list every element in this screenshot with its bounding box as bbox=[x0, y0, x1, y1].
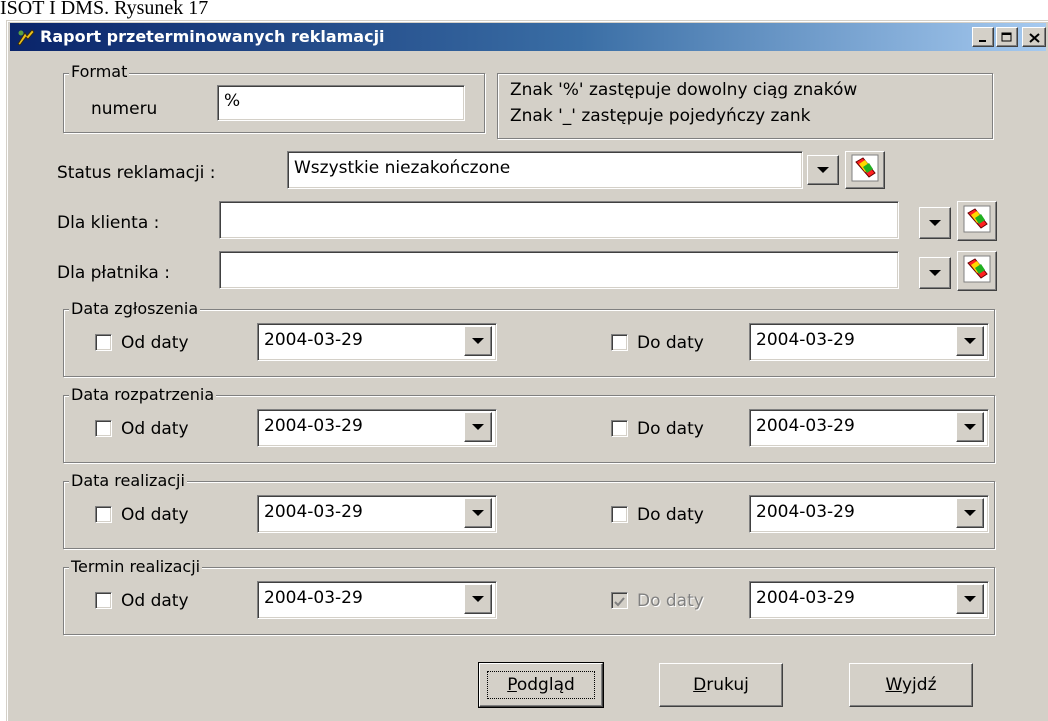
from-date-label: Od daty bbox=[121, 333, 189, 353]
wildcard-hint-box: Znak '%' zastępuje dowolny ciąg znaków Z… bbox=[497, 73, 993, 139]
chevron-down-icon bbox=[964, 596, 976, 602]
to-date-value: 2004-03-29 bbox=[756, 588, 855, 608]
exit-button-label: Wyjdź bbox=[885, 675, 937, 695]
from-date-dropdown-button[interactable] bbox=[464, 584, 492, 614]
number-label: numeru bbox=[91, 99, 158, 119]
chevron-down-icon bbox=[472, 510, 484, 516]
status-select[interactable]: Wszystkie niezakończone bbox=[287, 151, 803, 189]
window-title: Raport przeterminowanych reklamacji bbox=[40, 27, 385, 46]
to-date-dropdown-button[interactable] bbox=[956, 326, 984, 356]
chevron-down-icon bbox=[929, 220, 941, 226]
to-date-value: 2004-03-29 bbox=[756, 330, 855, 350]
to-date-checkbox[interactable] bbox=[611, 420, 628, 437]
hint-line-1: Znak '%' zastępuje dowolny ciąg znaków bbox=[510, 80, 858, 100]
to-date-value: 2004-03-29 bbox=[756, 502, 855, 522]
eraser-icon bbox=[851, 154, 879, 186]
date-group-title: Termin realizacji bbox=[69, 557, 203, 576]
chevron-down-icon bbox=[929, 270, 941, 276]
to-date-checkbox[interactable] bbox=[611, 592, 628, 609]
print-button-label: Drukuj bbox=[693, 675, 749, 695]
to-date-picker[interactable]: 2004-03-29 bbox=[749, 581, 989, 619]
eraser-icon bbox=[963, 205, 991, 237]
client-select[interactable] bbox=[219, 201, 899, 239]
to-date-dropdown-button[interactable] bbox=[956, 498, 984, 528]
date-group-title: Data realizacji bbox=[69, 471, 187, 490]
app-icon bbox=[16, 27, 36, 47]
minimize-icon bbox=[978, 28, 988, 47]
payer-clear-button[interactable] bbox=[957, 251, 997, 291]
close-button[interactable] bbox=[1022, 27, 1046, 47]
client-dropdown-button[interactable] bbox=[919, 207, 951, 239]
to-date-dropdown-button[interactable] bbox=[956, 584, 984, 614]
exit-button[interactable]: Wyjdź bbox=[849, 663, 973, 707]
to-date-label: Do daty bbox=[637, 505, 704, 525]
chevron-down-icon bbox=[472, 596, 484, 602]
from-date-picker[interactable]: 2004-03-29 bbox=[257, 409, 497, 447]
chevron-down-icon bbox=[472, 338, 484, 344]
status-label: Status reklamacji : bbox=[57, 163, 216, 183]
format-group-title: Format bbox=[69, 62, 130, 81]
payer-label: Dla płatnika : bbox=[57, 263, 170, 283]
client-clear-button[interactable] bbox=[957, 201, 997, 241]
title-bar[interactable]: Raport przeterminowanych reklamacji bbox=[10, 23, 1046, 51]
from-date-checkbox[interactable] bbox=[95, 334, 112, 351]
payer-select[interactable] bbox=[219, 251, 899, 289]
from-date-value: 2004-03-29 bbox=[264, 416, 363, 436]
chevron-down-icon bbox=[964, 338, 976, 344]
hint-line-2: Znak '_' zastępuje pojedyńczy zank bbox=[510, 106, 811, 126]
from-date-value: 2004-03-29 bbox=[264, 502, 363, 522]
client-label: Dla klienta : bbox=[57, 213, 160, 233]
maximize-icon bbox=[1001, 28, 1013, 47]
document-caption: ISOT I DMS. Rysunek 17 bbox=[0, 0, 209, 19]
report-dialog: Raport przeterminowanych reklamacji Form… bbox=[6, 20, 1048, 721]
from-date-value: 2004-03-29 bbox=[264, 330, 363, 350]
from-date-dropdown-button[interactable] bbox=[464, 412, 492, 442]
from-date-dropdown-button[interactable] bbox=[464, 326, 492, 356]
print-button[interactable]: Drukuj bbox=[659, 663, 783, 707]
date-group-title: Data zgłoszenia bbox=[69, 299, 201, 318]
preview-button[interactable]: Podgląd bbox=[478, 662, 604, 708]
to-date-label: Do daty bbox=[637, 419, 704, 439]
status-clear-button[interactable] bbox=[845, 151, 885, 189]
to-date-value: 2004-03-29 bbox=[756, 416, 855, 436]
focus-indicator bbox=[487, 671, 595, 699]
from-date-picker[interactable]: 2004-03-29 bbox=[257, 581, 497, 619]
to-date-checkbox[interactable] bbox=[611, 506, 628, 523]
to-date-checkbox[interactable] bbox=[611, 334, 628, 351]
to-date-picker[interactable]: 2004-03-29 bbox=[749, 495, 989, 533]
chevron-down-icon bbox=[817, 167, 829, 173]
to-date-label: Do daty bbox=[637, 591, 704, 611]
checkmark-icon bbox=[613, 594, 626, 613]
from-date-label: Od daty bbox=[121, 505, 189, 525]
to-date-picker[interactable]: 2004-03-29 bbox=[749, 409, 989, 447]
number-format-input[interactable]: % bbox=[217, 85, 465, 121]
to-date-label: Do daty bbox=[637, 333, 704, 353]
status-dropdown-button[interactable] bbox=[807, 155, 839, 185]
date-group-title: Data rozpatrzenia bbox=[69, 385, 217, 404]
eraser-icon bbox=[963, 255, 991, 287]
from-date-checkbox[interactable] bbox=[95, 506, 112, 523]
from-date-picker[interactable]: 2004-03-29 bbox=[257, 323, 497, 361]
from-date-checkbox[interactable] bbox=[95, 420, 112, 437]
maximize-button[interactable] bbox=[996, 27, 1018, 47]
chevron-down-icon bbox=[472, 424, 484, 430]
chevron-down-icon bbox=[964, 424, 976, 430]
status-value: Wszystkie niezakończone bbox=[294, 158, 511, 178]
close-icon bbox=[1028, 28, 1040, 47]
from-date-label: Od daty bbox=[121, 591, 189, 611]
from-date-value: 2004-03-29 bbox=[264, 588, 363, 608]
chevron-down-icon bbox=[964, 510, 976, 516]
from-date-checkbox[interactable] bbox=[95, 592, 112, 609]
from-date-picker[interactable]: 2004-03-29 bbox=[257, 495, 497, 533]
minimize-button[interactable] bbox=[972, 27, 994, 47]
to-date-picker[interactable]: 2004-03-29 bbox=[749, 323, 989, 361]
number-format-value: % bbox=[224, 91, 241, 111]
from-date-dropdown-button[interactable] bbox=[464, 498, 492, 528]
to-date-dropdown-button[interactable] bbox=[956, 412, 984, 442]
from-date-label: Od daty bbox=[121, 419, 189, 439]
payer-dropdown-button[interactable] bbox=[919, 257, 951, 289]
